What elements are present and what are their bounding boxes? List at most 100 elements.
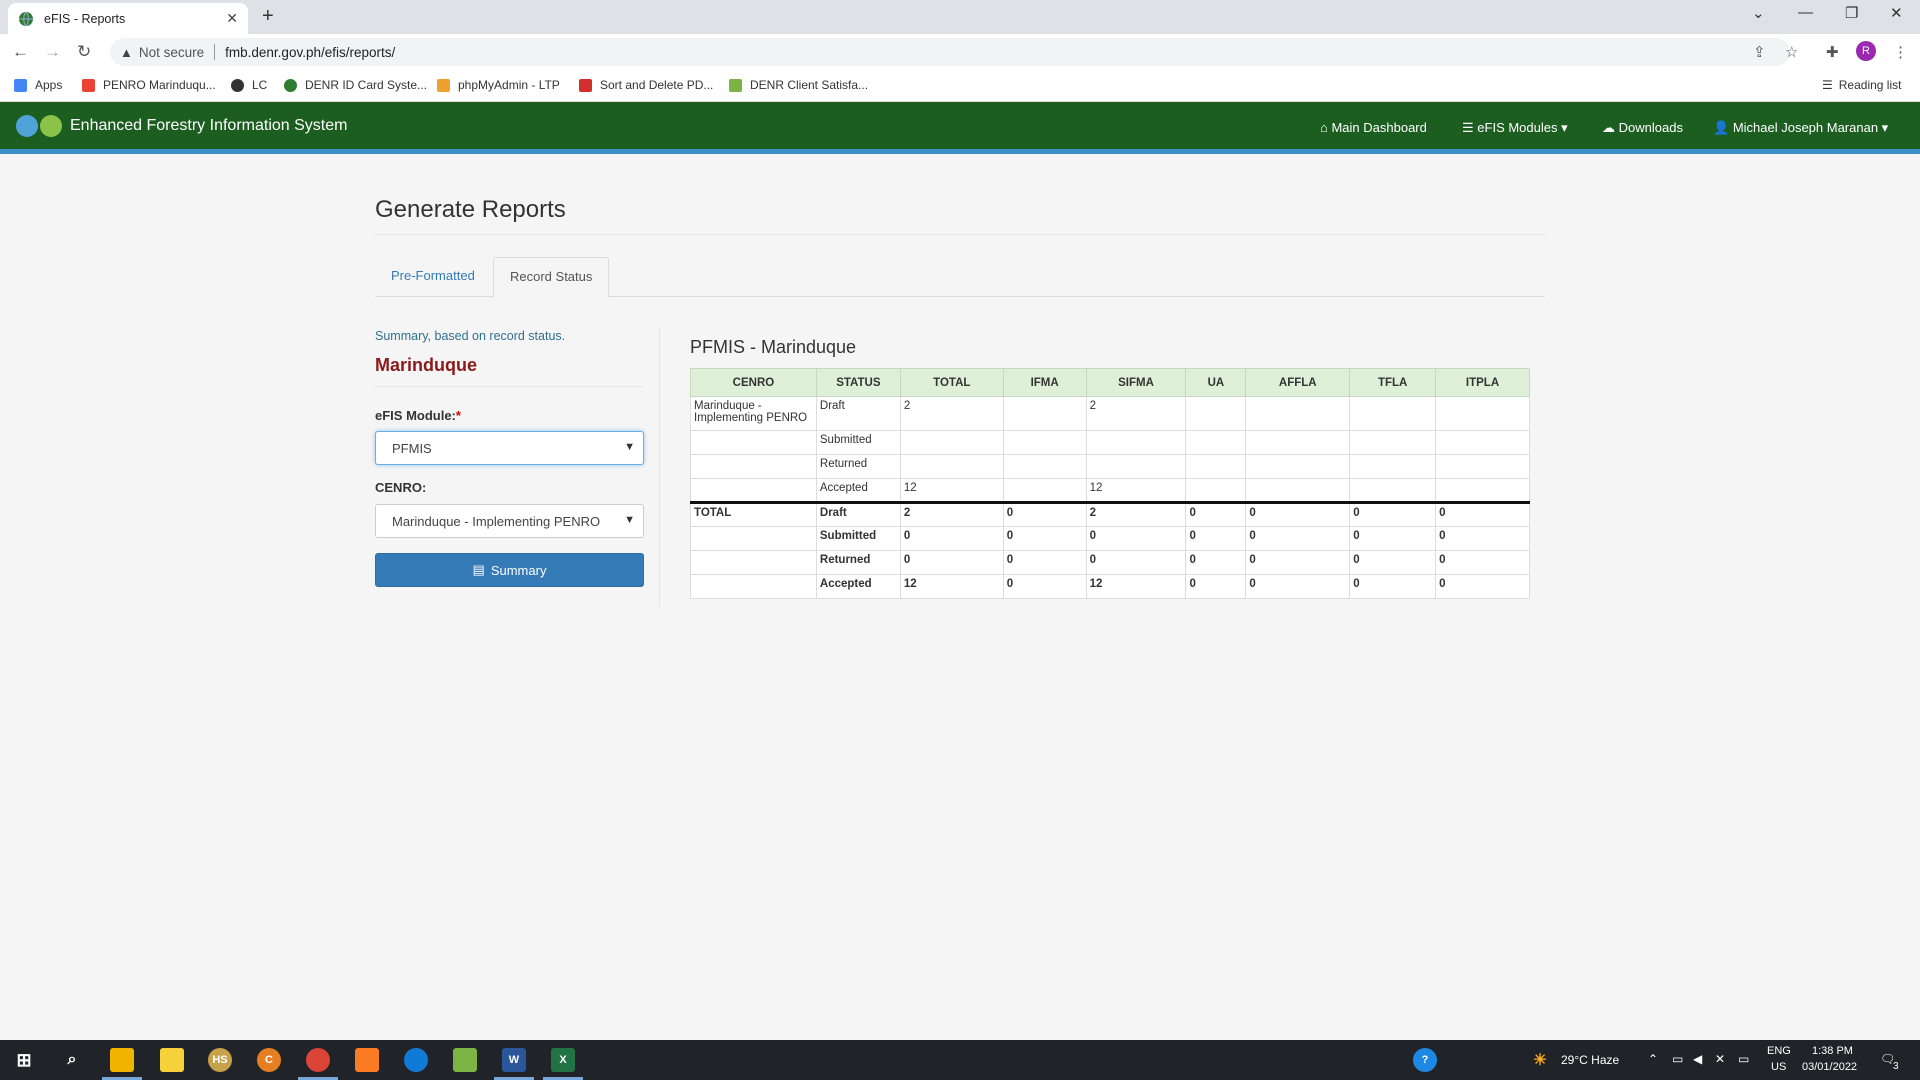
nav-label: Main Dashboard [1331, 120, 1427, 135]
back-icon[interactable]: ← [12, 42, 29, 62]
table-cell [1245, 454, 1351, 479]
table-cell [1185, 478, 1247, 503]
nav-efis-modules[interactable]: ☰ eFIS Modules ▾ [1462, 120, 1568, 136]
column-header: TOTAL [899, 368, 1004, 397]
bookmark-denr-client[interactable]: DENR Client Satisfa... [729, 78, 868, 92]
weather-text[interactable]: 29°C Haze [1561, 1053, 1619, 1067]
total-cell: 0 [1435, 501, 1530, 527]
help-icon[interactable]: ? [1413, 1048, 1437, 1072]
user-icon: 👤 [1713, 120, 1733, 135]
extensions-icon[interactable]: ✚ [1826, 43, 1839, 61]
language-indicator[interactable]: ENG [1767, 1045, 1791, 1057]
pdf-icon [579, 78, 592, 92]
total-cell: 0 [1185, 501, 1247, 527]
nav-user-menu[interactable]: 👤 Michael Joseph Maranan ▾ [1713, 120, 1888, 136]
sticky-notes-icon[interactable] [160, 1048, 184, 1072]
brand[interactable]: Enhanced Forestry Information System [16, 115, 347, 137]
total-cell: 0 [899, 526, 1004, 551]
warning-icon[interactable]: ▲ [120, 45, 133, 60]
chevron-down-icon: ▼ [624, 441, 635, 453]
chrome-icon[interactable] [306, 1048, 330, 1072]
speaker-mute-icon[interactable]: ✕ [1715, 1052, 1725, 1066]
module-select[interactable]: PFMIS ▼ [375, 431, 644, 465]
edge-icon[interactable] [404, 1048, 428, 1072]
bookmark-label: DENR ID Card Syste... [305, 78, 428, 92]
clock-time[interactable]: 1:38 PM [1812, 1045, 1853, 1057]
total-cell [690, 550, 817, 575]
cenro-label: CENRO: [375, 480, 427, 495]
minimize-icon[interactable]: — [1798, 4, 1813, 21]
bookmark-sort-delete[interactable]: Sort and Delete PD... [579, 78, 713, 92]
nav-label: Michael Joseph Maranan [1732, 120, 1879, 135]
bookmark-penro-gmail[interactable]: PENRO Marinduqu... [82, 78, 216, 92]
total-cell: 0 [1085, 526, 1187, 551]
denr-icon [284, 78, 297, 92]
total-cell: 0 [1245, 501, 1351, 527]
summary-note: Summary, based on record status. [375, 329, 566, 343]
bookmark-apps[interactable]: Apps [14, 78, 62, 92]
file-explorer-icon[interactable] [110, 1048, 134, 1072]
xampp-icon[interactable] [355, 1048, 379, 1072]
summary-button[interactable]: ▤ Summary [375, 553, 644, 587]
search-icon[interactable]: ⌕ [60, 1048, 84, 1072]
app-navbar: Enhanced Forestry Information System ⌂ M… [0, 102, 1920, 154]
tab-pre-formatted[interactable]: Pre-Formatted [375, 257, 491, 297]
bookmark-lc[interactable]: LC [231, 78, 267, 92]
new-tab-icon[interactable]: + [262, 5, 274, 28]
total-cell: 0 [1245, 574, 1351, 599]
total-cell: 0 [1245, 526, 1351, 551]
vertical-divider [659, 328, 660, 606]
app-hs-icon[interactable]: HS [208, 1048, 232, 1072]
windows-start-icon[interactable]: ⊞ [12, 1048, 36, 1072]
bookmark-denr-id[interactable]: DENR ID Card Syste... [284, 78, 427, 92]
reload-icon[interactable]: ↻ [77, 42, 91, 62]
report-title: PFMIS - Marinduque [690, 337, 857, 357]
table-cell [1435, 454, 1530, 479]
share-icon[interactable]: ⇪ [1753, 43, 1766, 61]
total-cell [690, 574, 817, 599]
table-cell: Marinduque - Implementing PENRO [690, 396, 817, 431]
word-icon[interactable]: W [502, 1048, 526, 1072]
caret-down-icon: ▾ [1878, 120, 1889, 135]
volume-icon[interactable]: ◀ [1693, 1052, 1702, 1066]
total-cell: 0 [899, 550, 1004, 575]
reading-list[interactable]: ☰ Reading list [1822, 78, 1901, 92]
tray-chevron-icon[interactable]: ⌃ [1648, 1052, 1658, 1066]
windows-taskbar: ⊞ ⌕ HS C W X ? ☀ 29°C Haze ⌃ ▭ ◀ ✕ ▭ ENG… [0, 1040, 1920, 1080]
tab-record-status[interactable]: Record Status [493, 257, 610, 298]
profile-avatar[interactable]: R [1856, 41, 1876, 61]
tab-search-icon[interactable]: ⌄ [1752, 4, 1765, 22]
cenro-select[interactable]: Marinduque - Implementing PENRO ▼ [375, 504, 644, 538]
display-icon[interactable]: ▭ [1738, 1052, 1749, 1066]
table-row: Marinduque - Implementing PENRO Draft 2 2 [690, 396, 1530, 431]
close-tab-icon[interactable]: ✕ [226, 10, 238, 27]
restore-icon[interactable]: ❐ [1845, 4, 1858, 22]
menu-kebab-icon[interactable]: ⋮ [1893, 43, 1908, 61]
address-bar[interactable]: ▲ Not secure fmb.denr.gov.ph/efis/report… [110, 38, 1790, 66]
close-window-icon[interactable]: ✕ [1890, 4, 1903, 22]
forward-icon[interactable]: → [44, 42, 61, 62]
table-cell [1002, 396, 1087, 431]
browser-toolbar: ← → ↻ ▲ Not secure fmb.denr.gov.ph/efis/… [0, 34, 1920, 70]
nav-main-dashboard[interactable]: ⌂ Main Dashboard [1320, 120, 1427, 135]
cloud-download-icon: ☁ [1602, 120, 1619, 135]
column-header: STATUS [815, 368, 901, 397]
browser-tab[interactable]: eFIS - Reports ✕ [8, 3, 248, 34]
security-label: Not secure [138, 44, 205, 60]
total-row: Returned 0 0 0 0 0 0 0 [690, 550, 1530, 575]
brand-title: Enhanced Forestry Information System [70, 117, 348, 134]
network-icon[interactable]: ▭ [1672, 1052, 1683, 1066]
region-indicator[interactable]: US [1771, 1061, 1786, 1073]
bookmark-phpmyadmin[interactable]: phpMyAdmin - LTP [437, 78, 560, 92]
table-cell [1245, 396, 1351, 431]
total-cell: Returned [815, 550, 901, 575]
url-text[interactable]: fmb.denr.gov.ph/efis/reports/ [225, 45, 395, 60]
excel-icon[interactable]: X [551, 1048, 575, 1072]
total-cell: 0 [1349, 501, 1437, 527]
bookmark-star-icon[interactable]: ☆ [1785, 43, 1798, 61]
reading-list-icon: ☰ [1822, 78, 1833, 92]
app-c-icon[interactable]: C [257, 1048, 281, 1072]
clock-date[interactable]: 03/01/2022 [1802, 1061, 1857, 1073]
app-green-icon[interactable] [453, 1048, 477, 1072]
nav-downloads[interactable]: ☁ Downloads [1602, 120, 1683, 136]
